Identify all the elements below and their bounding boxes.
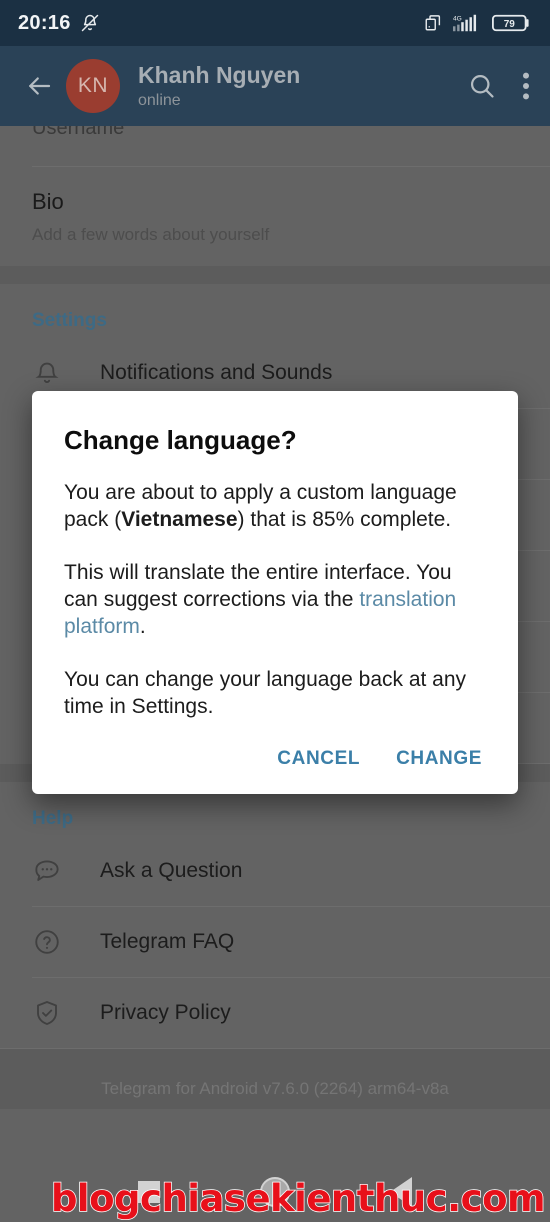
dialog-paragraph-1-after: ) that is 85% complete. — [237, 508, 452, 531]
watermark: blogchiasekienthuc.com — [50, 1176, 546, 1221]
dialog-paragraph-1: You are about to apply a custom language… — [64, 479, 486, 533]
dialog-actions: CANCEL CHANGE — [64, 742, 486, 794]
dialog-title: Change language? — [64, 425, 297, 455]
dialog-paragraph-2: This will translate the entire interface… — [64, 559, 486, 640]
cancel-button[interactable]: CANCEL — [277, 748, 360, 770]
dialog-paragraph-3: You can change your language back at any… — [64, 668, 467, 718]
change-language-dialog: Change language? You are about to apply … — [32, 391, 518, 794]
phone-screen: 20:16 4G 79 KN Khanh Nguyen online Usern… — [0, 0, 550, 1222]
language-pack-name: Vietnamese — [121, 508, 238, 531]
change-button[interactable]: CHANGE — [396, 748, 482, 770]
dialog-paragraph-2-after: . — [139, 615, 146, 638]
